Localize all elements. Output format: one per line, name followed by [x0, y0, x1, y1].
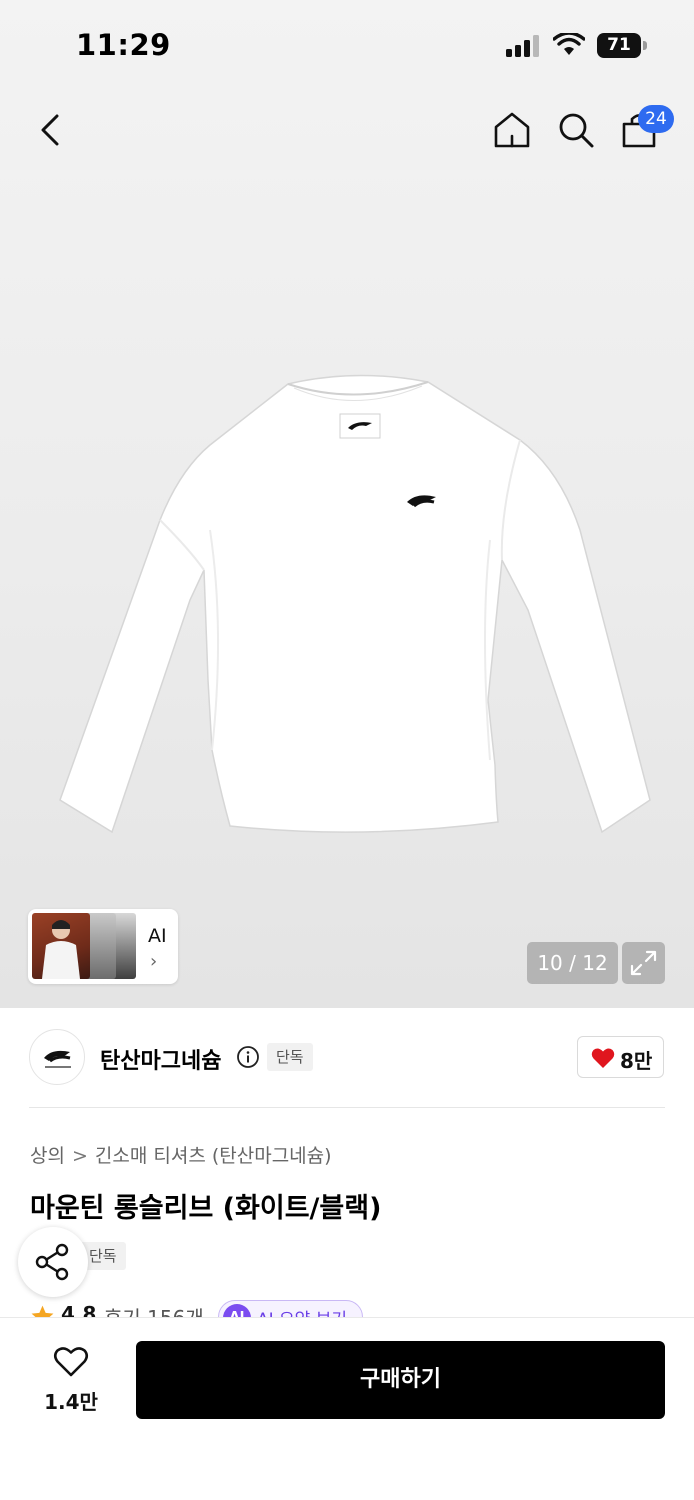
- heart-outline-icon: [53, 1347, 89, 1377]
- brand-name[interactable]: 탄산마그네슘: [100, 1043, 221, 1075]
- search-icon: [559, 113, 594, 148]
- signal-icon: [506, 35, 539, 57]
- style-thumbnail: [32, 913, 90, 979]
- bottom-action-bar: 1.4만 구매하기: [0, 1317, 694, 1500]
- product-title: 마운틴 롱슬리브 (화이트/블랙): [30, 1193, 382, 1224]
- ai-style-card[interactable]: AI ›: [28, 909, 178, 984]
- chevron-left-icon: [41, 114, 59, 146]
- divider: [29, 1107, 665, 1108]
- back-button[interactable]: [27, 106, 75, 154]
- expand-button[interactable]: [622, 942, 665, 984]
- wifi-icon: [553, 33, 585, 55]
- expand-icon: [630, 950, 657, 976]
- brand-like-button[interactable]: 8만: [577, 1036, 664, 1078]
- share-button[interactable]: [18, 1227, 88, 1297]
- image-counter: 10 / 12: [527, 942, 618, 984]
- exclusive-badge: 단독: [267, 1043, 313, 1071]
- brand-logo[interactable]: [29, 1029, 85, 1085]
- buy-button[interactable]: 구매하기: [136, 1341, 665, 1419]
- cart-count-badge: 24: [638, 105, 674, 133]
- wishlist-button[interactable]: 1.4만: [28, 1342, 114, 1422]
- chevron-right-icon: ›: [150, 951, 158, 972]
- wishlist-count: 1.4만: [44, 1390, 98, 1414]
- search-button[interactable]: [552, 106, 600, 154]
- brand-like-count: 8만: [620, 1049, 653, 1073]
- status-bar: 11:29 71: [0, 0, 694, 90]
- heart-icon: [591, 1048, 615, 1068]
- battery-level: 71: [597, 33, 641, 58]
- product-photo: [59, 374, 651, 834]
- breadcrumb-separator: >: [71, 1145, 88, 1167]
- breadcrumb-item[interactable]: 긴소매 티셔츠 (탄산마그네슘): [95, 1141, 332, 1168]
- breadcrumb-item[interactable]: 상의: [30, 1141, 65, 1168]
- ai-label: AI: [148, 925, 167, 947]
- brand-logo-mark: [44, 1050, 71, 1068]
- home-icon: [494, 112, 530, 148]
- product-detail-page: AI › 10 / 12 11:29 71 24 탄산마그네슘 단독 8만 상의…: [0, 0, 694, 1500]
- home-button[interactable]: [488, 106, 536, 154]
- battery-icon: 71: [597, 33, 647, 58]
- status-time: 11:29: [76, 28, 171, 62]
- breadcrumb: 상의 > 긴소매 티셔츠 (탄산마그네슘): [30, 1141, 332, 1168]
- share-icon: [35, 1243, 69, 1281]
- info-icon[interactable]: [236, 1045, 260, 1069]
